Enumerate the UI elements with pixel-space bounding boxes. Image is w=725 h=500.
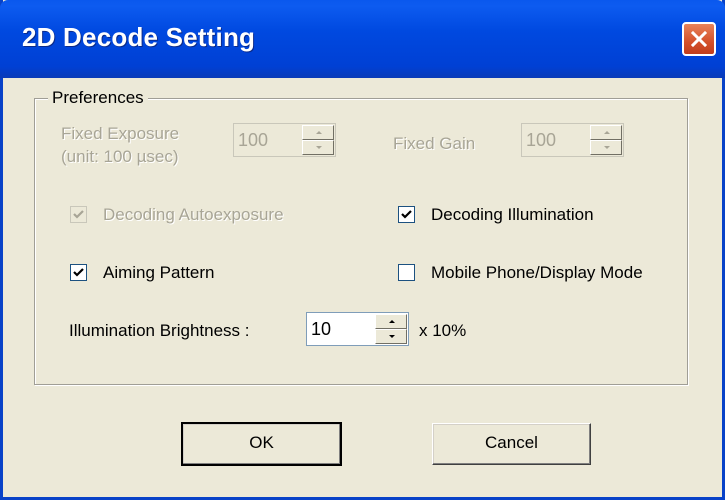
mobile-phone-display-mode-label: Mobile Phone/Display Mode: [431, 263, 643, 282]
window-title: 2D Decode Setting: [22, 22, 256, 52]
title-bar[interactable]: 2D Decode Setting: [0, 0, 725, 78]
preferences-groupbox: Preferences Fixed Exposure (unit: 100 µs…: [34, 88, 688, 385]
fixed-gain-down-button[interactable]: [590, 140, 622, 155]
arrow-up-icon: [316, 131, 322, 134]
decoding-autoexposure-label: Decoding Autoexposure: [103, 205, 284, 224]
ok-button[interactable]: OK: [181, 422, 342, 466]
close-icon: [690, 30, 708, 48]
arrow-up-icon: [604, 131, 610, 134]
fixed-gain-value: 100: [526, 130, 557, 150]
arrow-down-icon: [316, 146, 322, 149]
arrow-up-icon: [389, 320, 395, 323]
fixed-exposure-label: Fixed Exposure: [61, 124, 180, 143]
decoding-illumination-checkbox[interactable]: [398, 206, 415, 223]
fixed-exposure-unit-label: (unit: 100 µsec): [61, 147, 179, 166]
illumination-brightness-spinner[interactable]: 10: [306, 312, 409, 346]
dialog-client-area: Preferences Fixed Exposure (unit: 100 µs…: [3, 78, 722, 497]
arrow-down-icon: [389, 335, 395, 338]
fixed-gain-spinner[interactable]: 100: [521, 123, 624, 157]
checkmark-icon: [401, 210, 412, 219]
illumination-brightness-unit: x 10%: [419, 321, 467, 340]
checkmark-icon: [73, 210, 84, 219]
decoding-illumination-label: Decoding Illumination: [431, 205, 594, 224]
mobile-phone-display-mode-checkbox[interactable]: [398, 264, 415, 281]
illumination-brightness-label: Illumination Brightness :: [69, 321, 250, 340]
decoding-autoexposure-checkbox[interactable]: [70, 206, 87, 223]
checkmark-icon: [73, 268, 84, 277]
fixed-gain-label: Fixed Gain: [393, 134, 476, 153]
fixed-gain-up-button[interactable]: [590, 125, 622, 140]
illumination-brightness-down-button[interactable]: [375, 329, 407, 344]
aiming-pattern-checkbox[interactable]: [70, 264, 87, 281]
fixed-exposure-up-button[interactable]: [302, 125, 334, 140]
dialog-window: 2D Decode Setting Preferences Fixed Expo…: [0, 0, 725, 500]
arrow-down-icon: [604, 146, 610, 149]
illumination-brightness-up-button[interactable]: [375, 314, 407, 329]
fixed-exposure-spinner[interactable]: 100: [233, 123, 336, 157]
aiming-pattern-label: Aiming Pattern: [103, 263, 215, 282]
illumination-brightness-value[interactable]: 10: [311, 319, 331, 340]
fixed-exposure-down-button[interactable]: [302, 140, 334, 155]
close-button[interactable]: [682, 22, 716, 56]
fixed-exposure-value: 100: [238, 130, 269, 150]
cancel-button[interactable]: Cancel: [432, 423, 591, 465]
preferences-label: Preferences: [48, 88, 148, 108]
